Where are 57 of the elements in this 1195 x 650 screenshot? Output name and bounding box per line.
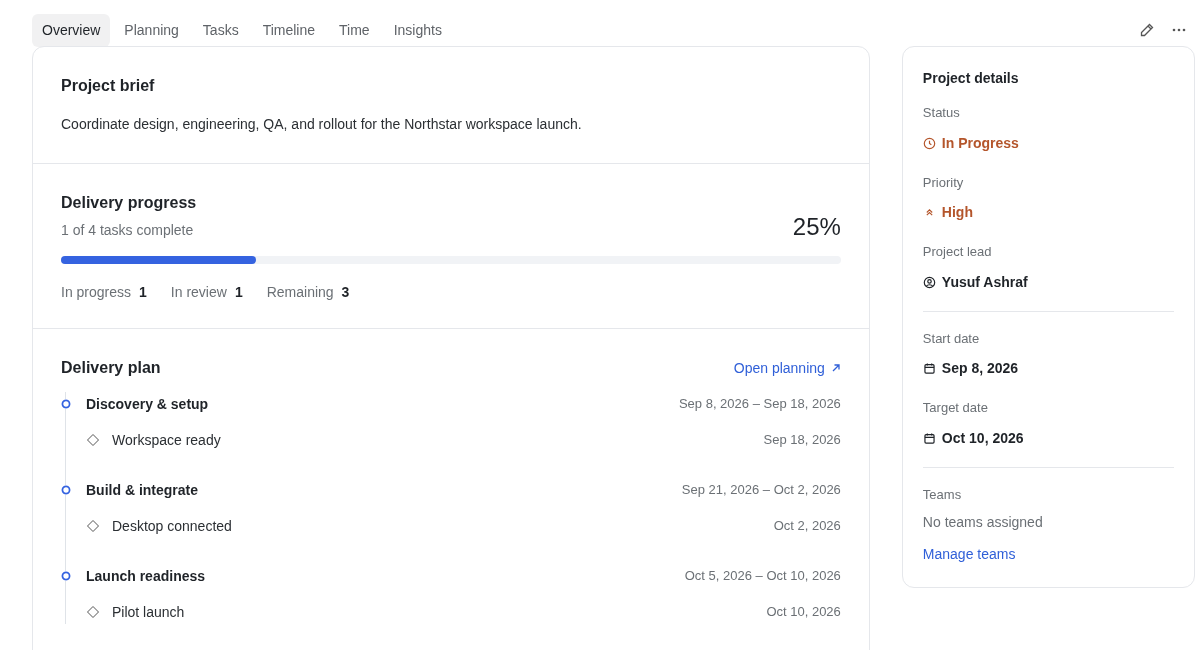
arrow-icon xyxy=(830,363,841,373)
open-planning-link[interactable]: Open planning xyxy=(733,357,841,379)
brief-text: Coordinate design, engineering, QA, and rollout for the Northstar workspace launch. xyxy=(61,115,583,134)
phase-dates: Sep 21, 2026 – Oct 2, 2026 xyxy=(681,481,841,500)
tab[interactable]: Timeline xyxy=(252,13,326,47)
stat-label: In progress xyxy=(61,283,132,302)
milestone-name: Pilot launch xyxy=(112,602,185,622)
tab[interactable]: Time xyxy=(329,13,380,47)
clock-icon xyxy=(922,136,936,150)
diamond-icon xyxy=(86,433,100,447)
detail-label: Start date xyxy=(922,329,981,348)
calendar-icon xyxy=(922,431,936,445)
user-icon xyxy=(922,275,936,289)
detail-value: In Progress xyxy=(941,133,1019,153)
phase-circle-icon xyxy=(61,399,71,409)
detail-value: High xyxy=(941,203,973,222)
panel-title: Project details xyxy=(922,69,1020,88)
tab[interactable]: Tasks xyxy=(192,13,249,47)
empty-teams-text: No teams assigned xyxy=(922,513,1044,532)
stat-label: Remaining xyxy=(266,283,334,302)
phase-name: Discovery & setup xyxy=(86,394,209,414)
stat-label: In review xyxy=(170,283,227,302)
progress-percent: 25% xyxy=(792,215,841,239)
detail-label: Teams xyxy=(922,485,963,504)
milestone-name: Workspace ready xyxy=(112,430,221,450)
milestone-date: Oct 2, 2026 xyxy=(773,517,841,536)
diamond-icon xyxy=(86,519,100,533)
stat-value: 1 xyxy=(139,283,147,302)
phase-name: Build & integrate xyxy=(86,480,198,500)
detail-value: Oct 10, 2026 xyxy=(941,428,1024,448)
stat-value: 3 xyxy=(341,283,350,302)
phase-name: Launch readiness xyxy=(86,566,206,586)
tab[interactable]: Overview xyxy=(32,13,111,47)
detail-label: Priority xyxy=(922,173,965,192)
phase-dates: Sep 8, 2026 – Sep 18, 2026 xyxy=(678,395,841,414)
progress-subtitle: 1 of 4 tasks complete xyxy=(61,221,195,240)
detail-value: Sep 8, 2026 xyxy=(941,359,1019,378)
detail-label: Target date xyxy=(922,399,989,417)
edit-icon[interactable] xyxy=(1139,22,1155,38)
milestone-name: Desktop connected xyxy=(112,516,232,536)
detail-label: Project lead xyxy=(922,243,993,261)
calendar-icon xyxy=(922,362,936,375)
tab[interactable]: Insights xyxy=(383,13,452,47)
section-title: Project brief xyxy=(61,76,156,96)
phase-circle-icon xyxy=(61,485,71,495)
detail-label: Status xyxy=(922,104,961,122)
phase-circle-icon xyxy=(61,571,71,581)
section-title: Delivery progress xyxy=(61,193,197,213)
manage-teams-link[interactable]: Manage teams xyxy=(922,544,1016,565)
section-title: Delivery plan xyxy=(61,358,161,378)
stat-value: 1 xyxy=(234,283,243,302)
phase-dates: Oct 5, 2026 – Oct 10, 2026 xyxy=(684,567,841,586)
tab[interactable]: Planning xyxy=(114,13,189,47)
detail-value: Yusuf Ashraf xyxy=(941,272,1028,292)
milestone-date: Sep 18, 2026 xyxy=(763,431,841,450)
diamond-icon xyxy=(86,605,100,619)
milestone-date: Oct 10, 2026 xyxy=(766,603,841,622)
